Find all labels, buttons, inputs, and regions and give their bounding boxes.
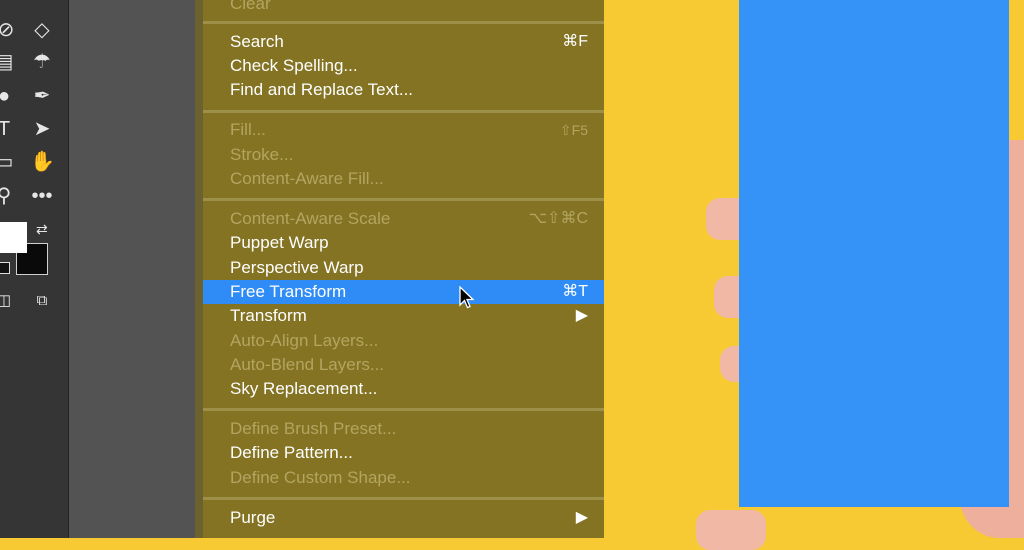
menu-item-label: Fill... <box>230 120 266 139</box>
menu-item-label: Auto-Align Layers... <box>230 331 379 350</box>
rectangle-icon[interactable]: ▭ <box>0 152 16 176</box>
menu-item-fill[interactable]: Fill... ⇧F5 <box>203 118 604 142</box>
brush-icon[interactable]: ⊘ <box>0 20 18 44</box>
zoom-icon[interactable]: ⚲ <box>0 186 16 210</box>
menu-item-label: Check Spelling... <box>230 56 358 75</box>
quick-mask-icon[interactable]: ◫ <box>0 291 16 315</box>
menu-item-label: Clear <box>230 0 271 13</box>
menu-shadow <box>195 0 203 538</box>
menu-item-clear[interactable]: Clear <box>203 0 604 16</box>
menu-item-label: Sky Replacement... <box>230 379 378 398</box>
submenu-arrow-icon: ▶ <box>575 509 588 526</box>
menu-item-check-spelling[interactable]: Check Spelling... <box>203 54 604 78</box>
menu-item-label: Search <box>230 32 284 51</box>
menu-item-label: Auto-Blend Layers... <box>230 355 385 374</box>
screen-mode-icon[interactable]: ⧉ <box>30 291 54 315</box>
menu-item-label: Find and Replace Text... <box>230 80 414 99</box>
pen-icon[interactable]: ✒ <box>30 86 54 110</box>
menu-item-label: Stroke... <box>230 145 294 164</box>
menu-item-define-brush-preset[interactable]: Define Brush Preset... <box>203 417 604 441</box>
menu-item-label: Perspective Warp <box>230 258 364 277</box>
menu-separator <box>203 408 604 411</box>
type-icon[interactable]: T <box>0 119 16 143</box>
submenu-arrow-icon: ▶ <box>575 307 588 324</box>
menu-item-shortcut: ⌘F <box>562 33 588 50</box>
menu-item-shortcut: ⌥⇧⌘C <box>528 210 588 227</box>
menu-item-label: Content-Aware Scale <box>230 209 391 228</box>
menu-item-label: Purge <box>230 508 276 527</box>
menu-item-label: Define Pattern... <box>230 443 353 462</box>
edit-menu-dropdown: Clear Search ⌘F Check Spelling... Find a… <box>203 0 604 538</box>
menu-item-shortcut: ⌘T <box>562 283 588 300</box>
more-icon[interactable]: ••• <box>30 186 54 210</box>
menu-item-label: Define Brush Preset... <box>230 419 397 438</box>
menu-item-label: Content-Aware Fill... <box>230 169 384 188</box>
menu-item-label: Puppet Warp <box>230 233 329 252</box>
smudge-icon[interactable]: ☂ <box>30 52 54 76</box>
menu-item-label: Transform <box>230 306 307 325</box>
menu-item-define-pattern[interactable]: Define Pattern... <box>203 441 604 465</box>
blue-card <box>739 0 1009 507</box>
thumb <box>696 510 766 550</box>
menu-separator <box>203 497 604 500</box>
menu-separator <box>203 21 604 24</box>
menu-item-free-transform[interactable]: Free Transform ⌘T <box>203 280 604 304</box>
menu-separator <box>203 198 604 201</box>
menu-item-perspective-warp[interactable]: Perspective Warp <box>203 256 604 280</box>
mouse-cursor-icon <box>459 286 475 309</box>
selection-arrow-icon[interactable]: ➤ <box>30 119 54 143</box>
menu-item-auto-align-layers[interactable]: Auto-Align Layers... <box>203 329 604 353</box>
menu-item-content-aware-fill[interactable]: Content-Aware Fill... <box>203 167 604 191</box>
menu-item-purge[interactable]: Purge ▶ <box>203 506 604 530</box>
canvas-pasteboard <box>69 0 199 538</box>
menu-item-search[interactable]: Search ⌘F <box>203 30 604 54</box>
swap-colors-icon[interactable]: ⇄ <box>36 221 48 238</box>
foreground-color-swatch[interactable] <box>0 222 27 253</box>
eraser-icon[interactable]: ◇ <box>30 20 54 44</box>
hand-icon[interactable]: ✋ <box>30 152 55 176</box>
tools-panel: ⊘ ◇ ▤ ☂ ● ✒ T ➤ ▭ ✋ ⚲ ••• ⇄ ◫ ⧉ <box>0 0 69 538</box>
menu-item-find-replace[interactable]: Find and Replace Text... <box>203 78 604 102</box>
default-colors-icon[interactable] <box>0 262 10 274</box>
menu-item-label: Define Custom Shape... <box>230 468 411 487</box>
menu-item-auto-blend-layers[interactable]: Auto-Blend Layers... <box>203 353 604 377</box>
menu-item-puppet-warp[interactable]: Puppet Warp <box>203 231 604 255</box>
menu-item-label: Free Transform <box>230 282 347 301</box>
menu-separator <box>203 110 604 113</box>
dodge-icon[interactable]: ● <box>0 86 16 110</box>
menu-item-content-aware-scale[interactable]: Content-Aware Scale ⌥⇧⌘C <box>203 207 604 231</box>
menu-item-sky-replacement[interactable]: Sky Replacement... <box>203 377 604 401</box>
menu-item-define-custom-shape[interactable]: Define Custom Shape... <box>203 466 604 490</box>
gradient-icon[interactable]: ▤ <box>0 52 16 76</box>
menu-item-shortcut: ⇧F5 <box>559 122 588 138</box>
menu-item-transform[interactable]: Transform ▶ <box>203 304 604 328</box>
menu-item-stroke[interactable]: Stroke... <box>203 143 604 167</box>
